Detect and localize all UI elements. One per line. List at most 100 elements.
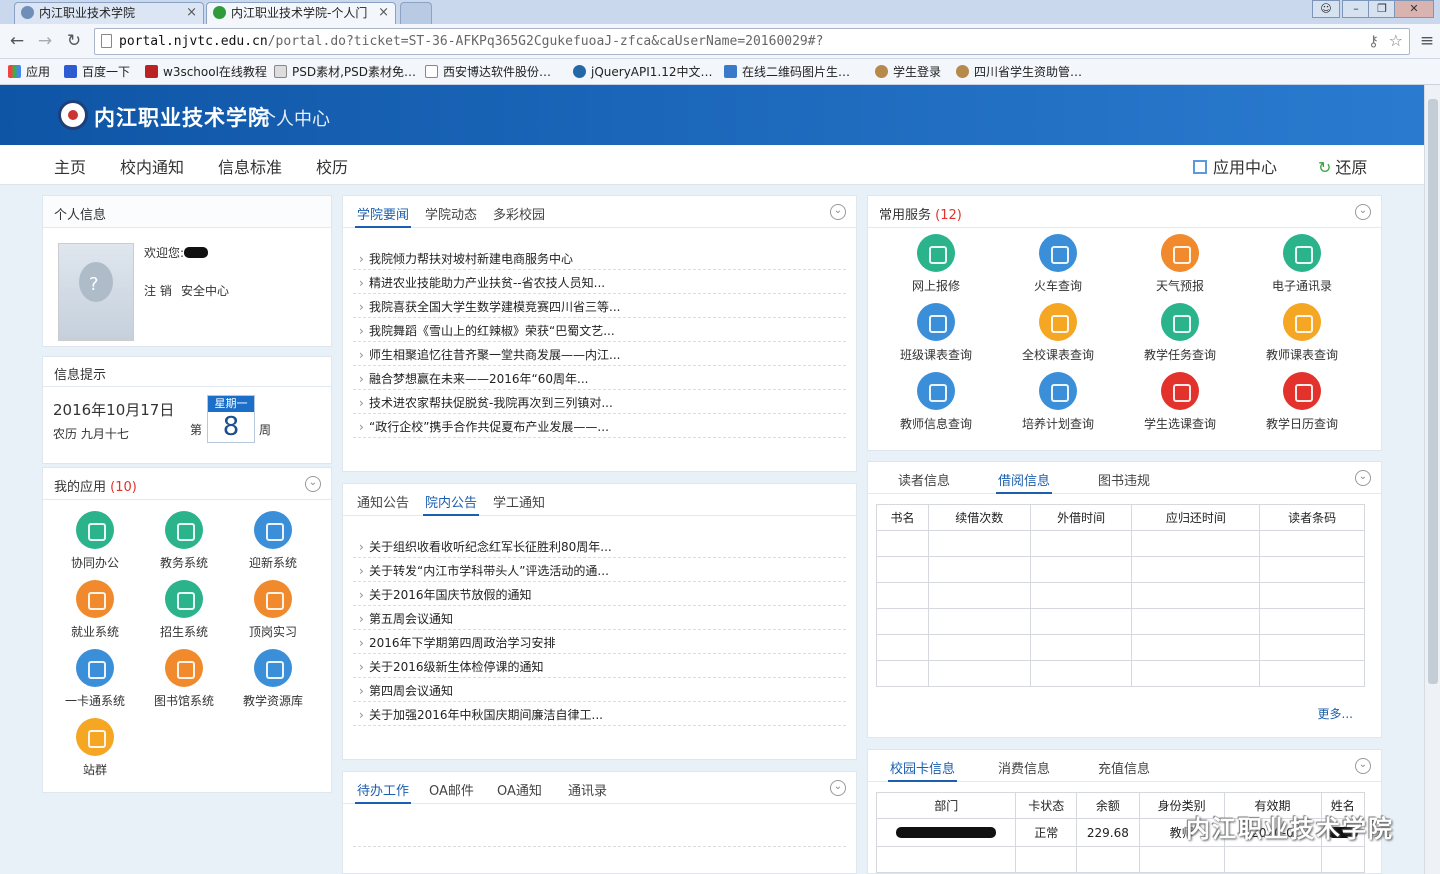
restore-link[interactable]: ↻ 还原: [1318, 154, 1367, 178]
table-row: [876, 608, 1365, 635]
logout-link[interactable]: 注 销: [144, 282, 172, 299]
news-item[interactable]: 第四周会议通知: [353, 678, 846, 702]
collapse-icon[interactable]: ⌄: [1355, 470, 1371, 486]
news-item[interactable]: 我院喜获全国大学生数学建模竞赛四川省三等...: [353, 294, 846, 318]
panel-tab[interactable]: 通讯录: [568, 780, 607, 799]
collapse-icon[interactable]: ⌄: [1355, 758, 1371, 774]
security-center-link[interactable]: 安全中心: [181, 282, 229, 299]
nav-notices[interactable]: 校内通知: [120, 154, 184, 178]
service-tile[interactable]: 教学日历查询: [1247, 372, 1357, 432]
news-item[interactable]: 精进农业技能助力产业扶贫--省农技人员知...: [353, 270, 846, 294]
news-item[interactable]: 关于2016级新生体检停课的通知: [353, 654, 846, 678]
news-item[interactable]: 技术进农家帮扶促脱贫-我院再次到三列镇对...: [353, 390, 846, 414]
panel-tab[interactable]: OA邮件: [429, 780, 474, 799]
nav-home[interactable]: 主页: [54, 154, 86, 178]
close-icon[interactable]: ×: [186, 3, 197, 23]
service-tile[interactable]: 培养计划查询: [1003, 372, 1113, 432]
bookmark-student-aid[interactable]: 四川省学生资助管…: [956, 63, 1082, 80]
bookmark-apps[interactable]: 应用: [8, 63, 50, 80]
collapse-icon[interactable]: ⌄: [830, 780, 846, 796]
app-icon: [165, 580, 203, 618]
news-item[interactable]: 我院倾力帮扶对坡村新建电商服务中心: [353, 246, 846, 270]
window-close-icon[interactable]: ✕: [1394, 0, 1434, 18]
panel-tab[interactable]: 消费信息: [998, 758, 1050, 777]
service-tile[interactable]: 火车查询: [1003, 234, 1113, 294]
service-tile[interactable]: 教师课表查询: [1247, 303, 1357, 363]
nav-standards[interactable]: 信息标准: [218, 154, 282, 178]
panel-tab[interactable]: 借阅信息: [995, 470, 1053, 494]
app-tile[interactable]: 招生系统: [139, 580, 229, 640]
service-tile[interactable]: 班级课表查询: [881, 303, 991, 363]
bookmark-w3school[interactable]: w3school在线教程: [145, 63, 267, 80]
news-item[interactable]: “政行企校”携手合作共促夏布产业发展——...: [353, 414, 846, 438]
service-tile[interactable]: 学生选课查询: [1125, 372, 1235, 432]
browser-tab-active[interactable]: 内江职业技术学院-个人门 ×: [206, 2, 396, 24]
restore-icon[interactable]: ❐: [1368, 0, 1396, 18]
bookmark-qrcode[interactable]: 在线二维码图片生…: [724, 63, 850, 80]
close-icon[interactable]: ×: [378, 3, 389, 23]
app-tile[interactable]: 一卡通系统: [50, 649, 140, 709]
bookmark-boda[interactable]: 西安博达软件股份…: [425, 63, 551, 80]
reload-icon[interactable]: ↻: [63, 30, 85, 52]
nav-calendar[interactable]: 校历: [316, 154, 348, 178]
bookmark-baidu[interactable]: 百度一下: [64, 63, 130, 80]
more-link[interactable]: 更多...: [1318, 705, 1353, 722]
service-tile[interactable]: 电子通讯录: [1247, 234, 1357, 294]
app-label: 教务系统: [159, 556, 208, 570]
menu-icon[interactable]: ≡: [1416, 30, 1438, 52]
collapse-icon[interactable]: ⌄: [305, 476, 321, 492]
panel-tab[interactable]: 校园卡信息: [887, 758, 958, 782]
panel-tab[interactable]: 院内公告: [422, 492, 480, 516]
panel-tab[interactable]: 通知公告: [357, 492, 409, 511]
bookmark-psd[interactable]: PSD素材,PSD素材免…: [274, 63, 416, 80]
news-item[interactable]: 师生相聚追忆往昔齐聚一堂共商发展——内江...: [353, 342, 846, 366]
new-tab-button[interactable]: [400, 2, 432, 24]
service-tile[interactable]: 全校课表查询: [1003, 303, 1113, 363]
app-tile[interactable]: 迎新系统: [228, 511, 318, 571]
address-bar[interactable]: portal.njvtc.edu.cn/portal.do?ticket=ST-…: [94, 28, 1410, 55]
app-tile[interactable]: 站群: [50, 718, 140, 778]
news-item[interactable]: 我院舞蹈《雪山上的红辣椒》荣获“巴蜀文艺...: [353, 318, 846, 342]
panel-tab[interactable]: 待办工作: [354, 780, 412, 804]
app-tile[interactable]: 教学资源库: [228, 649, 318, 709]
news-item[interactable]: 融合梦想赢在未来——2016年“60周年...: [353, 366, 846, 390]
panel-tab[interactable]: 读者信息: [898, 470, 950, 489]
app-center-link[interactable]: 应用中心: [1193, 154, 1277, 178]
panel-tab[interactable]: 充值信息: [1098, 758, 1150, 777]
app-tile[interactable]: 就业系统: [50, 580, 140, 640]
user-icon[interactable]: ☺: [1312, 0, 1340, 18]
panel-tab[interactable]: 学工通知: [493, 492, 545, 511]
news-item[interactable]: 关于组织收看收听纪念红军长征胜利80周年...: [353, 534, 846, 558]
service-tile[interactable]: 教学任务查询: [1125, 303, 1235, 363]
bookmark-jquery[interactable]: jQueryAPI1.12中文…: [573, 63, 713, 80]
app-tile[interactable]: 教务系统: [139, 511, 229, 571]
star-icon[interactable]: ☆: [1389, 31, 1403, 50]
service-tile[interactable]: 天气预报: [1125, 234, 1235, 294]
bookmark-student-login[interactable]: 学生登录: [875, 63, 941, 80]
panel-tab[interactable]: 多彩校园: [493, 204, 545, 223]
forward-icon[interactable]: →: [34, 30, 56, 52]
news-item[interactable]: 2016年下学期第四周政治学习安排: [353, 630, 846, 654]
news-item[interactable]: 关于转发“内江市学科带头人”评选活动的通...: [353, 558, 846, 582]
minimize-icon[interactable]: –: [1342, 0, 1370, 18]
key-icon[interactable]: ⚷: [1368, 32, 1379, 50]
panel-tab[interactable]: OA通知: [497, 780, 542, 799]
app-tile[interactable]: 图书馆系统: [139, 649, 229, 709]
service-tile[interactable]: 网上报修: [881, 234, 991, 294]
app-tile[interactable]: 顶岗实习: [228, 580, 318, 640]
back-icon[interactable]: ←: [6, 30, 28, 52]
collapse-icon[interactable]: ⌄: [830, 204, 846, 220]
browser-tab[interactable]: 内江职业技术学院 ×: [14, 2, 204, 24]
panel-tab[interactable]: 图书违规: [1098, 470, 1150, 489]
panel-tab[interactable]: 学院要闻: [354, 204, 412, 228]
news-item[interactable]: 关于2016年国庆节放假的通知: [353, 582, 846, 606]
table-cell: [876, 660, 929, 687]
app-tile[interactable]: 协同办公: [50, 511, 140, 571]
collapse-icon[interactable]: ⌄: [1355, 204, 1371, 220]
service-tile[interactable]: 教师信息查询: [881, 372, 991, 432]
news-item[interactable]: 第五周会议通知: [353, 606, 846, 630]
panel-tab[interactable]: 学院动态: [425, 204, 477, 223]
scroll-thumb[interactable]: [1428, 99, 1438, 684]
scrollbar[interactable]: [1424, 85, 1440, 874]
news-item[interactable]: 关于加强2016年中秋国庆期间廉洁自律工...: [353, 702, 846, 726]
